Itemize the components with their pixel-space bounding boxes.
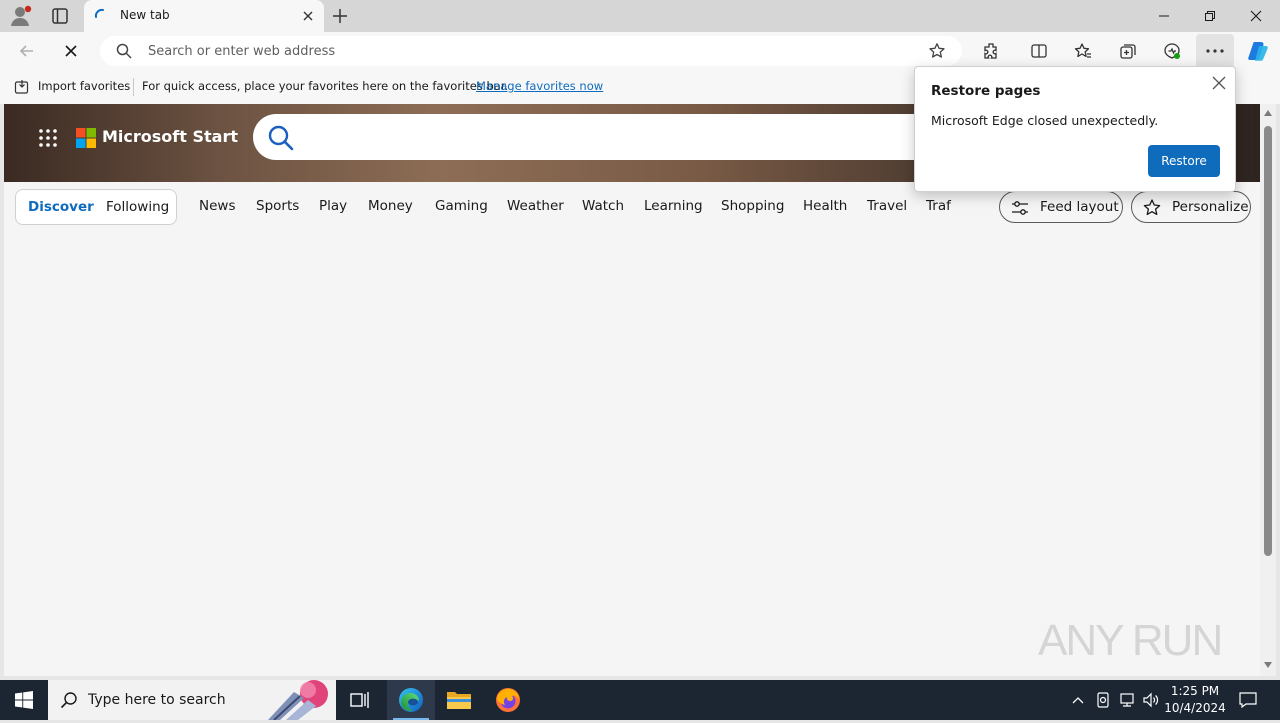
- tab-following[interactable]: Following: [106, 199, 169, 215]
- task-view-icon: [350, 692, 369, 708]
- split-screen-icon[interactable]: [1028, 40, 1050, 62]
- category-money[interactable]: Money: [368, 198, 413, 214]
- manage-favorites-link[interactable]: Manage favorites now: [476, 79, 603, 93]
- folder-icon: [447, 692, 471, 709]
- tab-actions-icon[interactable]: [50, 6, 70, 26]
- close-icon[interactable]: [1211, 75, 1227, 91]
- address-input[interactable]: [148, 42, 908, 60]
- volume-icon[interactable]: [1141, 680, 1161, 720]
- browser-essentials-icon[interactable]: [1161, 40, 1183, 62]
- tray-device-icon[interactable]: [1094, 680, 1112, 720]
- stop-loading-icon[interactable]: [60, 40, 82, 62]
- feed-layout-label: Feed layout: [1040, 199, 1119, 215]
- clock-time: 1:25 PM: [1170, 684, 1220, 698]
- category-traffic[interactable]: Traf: [926, 198, 951, 214]
- address-bar[interactable]: [100, 36, 962, 66]
- tab-close-icon[interactable]: [300, 8, 316, 24]
- add-favorite-star-icon[interactable]: [928, 42, 946, 60]
- category-nav: News Sports Play Money Gaming Weather Wa…: [199, 198, 959, 218]
- chevron-up-icon: [1072, 697, 1084, 704]
- category-play[interactable]: Play: [319, 198, 347, 214]
- start-button[interactable]: [0, 680, 48, 720]
- personalize-label: Personalize: [1172, 199, 1249, 215]
- category-watch[interactable]: Watch: [582, 198, 624, 214]
- scroll-up-arrow-icon[interactable]: [1264, 110, 1272, 116]
- category-weather[interactable]: Weather: [507, 198, 564, 214]
- scroll-down-arrow-icon[interactable]: [1264, 662, 1272, 668]
- category-travel[interactable]: Travel: [867, 198, 907, 214]
- notification-icon: [1239, 692, 1257, 708]
- web-search-box[interactable]: [253, 114, 953, 160]
- restore-window-button[interactable]: [1187, 0, 1233, 32]
- new-tab-button[interactable]: [330, 6, 350, 26]
- taskbar-search-placeholder: Type here to search: [88, 692, 226, 708]
- category-gaming[interactable]: Gaming: [435, 198, 488, 214]
- taskbar-clock[interactable]: 1:25 PM 10/4/2024: [1160, 683, 1230, 717]
- category-health[interactable]: Health: [803, 198, 847, 214]
- windows-logo-icon: [15, 691, 33, 709]
- import-favorites-button[interactable]: Import favorites: [38, 79, 130, 93]
- restore-pages-dialog: Restore pages Microsoft Edge closed unex…: [914, 66, 1236, 192]
- extensions-icon[interactable]: [980, 40, 1002, 62]
- feed-tab-group: Discover Following: [15, 189, 177, 225]
- microsoft-logo-icon: [76, 128, 96, 148]
- search-icon: [116, 43, 132, 59]
- search-icon: [60, 691, 78, 709]
- category-sports[interactable]: Sports: [256, 198, 299, 214]
- anyrun-watermark: ANY RUN: [1038, 612, 1238, 668]
- show-hidden-icons-button[interactable]: [1068, 680, 1088, 720]
- settings-and-more-button[interactable]: [1196, 34, 1234, 68]
- notification-center-button[interactable]: [1236, 680, 1260, 720]
- firefox-icon: [496, 688, 520, 712]
- taskbar: Type here to search 1:25 PM 10/4/2024: [0, 680, 1280, 721]
- vertical-scrollbar[interactable]: [1260, 104, 1276, 676]
- brand-name[interactable]: Microsoft Start: [102, 127, 238, 146]
- minimize-button[interactable]: [1141, 0, 1187, 32]
- tab-title: New tab: [120, 8, 170, 22]
- dialog-title: Restore pages: [931, 83, 1041, 99]
- taskbar-search-box[interactable]: Type here to search: [48, 680, 336, 721]
- taskbar-file-explorer[interactable]: [435, 680, 483, 720]
- dialog-message: Microsoft Edge closed unexpectedly.: [931, 113, 1159, 128]
- watermark-text: ANY RUN: [1038, 616, 1223, 665]
- app-launcher-icon[interactable]: [38, 128, 58, 148]
- personalize-star-icon: [1142, 198, 1162, 218]
- tab-discover[interactable]: Discover: [28, 199, 94, 215]
- search-highlight-art-icon: [264, 680, 336, 721]
- loading-spinner-icon: [94, 8, 108, 22]
- edge-icon: [399, 688, 423, 712]
- restore-button[interactable]: Restore: [1148, 145, 1220, 177]
- clock-date: 10/4/2024: [1164, 701, 1226, 715]
- profile-icon[interactable]: [8, 4, 34, 28]
- personalize-button[interactable]: Personalize: [1131, 191, 1251, 223]
- taskbar-edge[interactable]: [387, 680, 435, 720]
- favorites-hint-text: For quick access, place your favorites h…: [142, 79, 509, 93]
- search-icon: [267, 124, 295, 152]
- category-shopping[interactable]: Shopping: [721, 198, 784, 214]
- taskbar-firefox[interactable]: [484, 680, 532, 720]
- collections-icon[interactable]: [1117, 40, 1139, 62]
- navigation-bar: [0, 32, 1280, 70]
- tab-new-tab[interactable]: New tab: [84, 0, 324, 32]
- scrollbar-thumb[interactable]: [1264, 126, 1272, 556]
- category-news[interactable]: News: [199, 198, 235, 214]
- sliders-icon: [1010, 198, 1030, 218]
- close-window-button[interactable]: [1233, 0, 1279, 32]
- back-arrow-icon[interactable]: [16, 40, 38, 62]
- copilot-icon[interactable]: [1246, 39, 1270, 63]
- favorites-icon[interactable]: [1072, 40, 1094, 62]
- network-icon[interactable]: [1117, 680, 1137, 720]
- feed-layout-button[interactable]: Feed layout: [999, 191, 1123, 223]
- title-bar: New tab: [0, 0, 1280, 32]
- category-learning[interactable]: Learning: [644, 198, 703, 214]
- task-view-button[interactable]: [336, 680, 384, 720]
- favorites-divider: [133, 78, 134, 96]
- import-favorites-icon[interactable]: [14, 79, 30, 95]
